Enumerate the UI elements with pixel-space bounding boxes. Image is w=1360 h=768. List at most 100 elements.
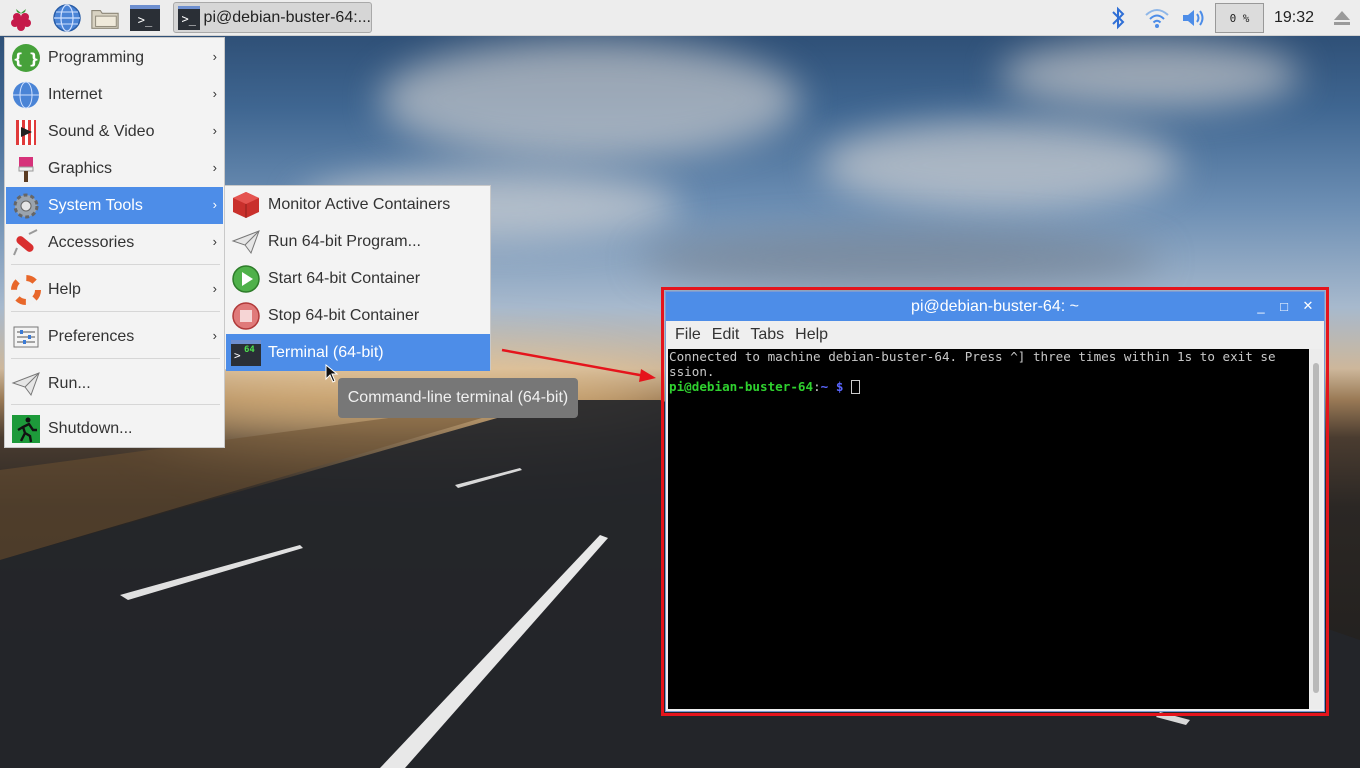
lifebuoy-icon	[10, 274, 42, 306]
programming-icon: { }	[10, 42, 42, 74]
terminal-prompt-line: pi@debian-buster-64:~ $	[669, 379, 860, 394]
menu-item-programming[interactable]: { } Programming ›	[6, 39, 223, 76]
chevron-right-icon: ›	[212, 234, 217, 249]
menu-item-label: System Tools	[48, 196, 143, 214]
window-titlebar[interactable]: pi@debian-buster-64: ~	[666, 292, 1324, 321]
svg-text:{ }: { }	[13, 50, 40, 68]
prompt-user: pi@debian-buster-64	[669, 379, 814, 394]
menu-item-graphics[interactable]: Graphics ›	[6, 150, 223, 187]
chevron-right-icon: ›	[212, 328, 217, 343]
preferences-icon	[10, 321, 42, 353]
prompt-symbol: $	[828, 379, 851, 394]
submenu-item-terminal-64bit[interactable]: > 64 Terminal (64-bit)	[226, 334, 490, 371]
taskbar-window-label: pi@debian-buster-64:...	[203, 8, 371, 26]
window-title: pi@debian-buster-64: ~	[911, 297, 1079, 315]
play-icon	[230, 263, 262, 295]
globe-icon	[53, 4, 81, 32]
terminal-64-badge: 64	[244, 344, 255, 355]
terminal-output[interactable]: Connected to machine debian-buster-64. P…	[668, 349, 1309, 709]
terminal-icon: >_	[178, 5, 200, 30]
menu-item-label: Accessories	[48, 233, 135, 251]
menu-item-label: Sound & Video	[48, 122, 155, 140]
menu-item-run[interactable]: Run...	[6, 365, 223, 402]
web-browser-launcher[interactable]	[52, 3, 82, 33]
knife-icon	[10, 227, 42, 259]
menu-item-label: Shutdown...	[48, 419, 133, 437]
minimize-button[interactable]: _	[1252, 297, 1270, 315]
menu-item-label: Graphics	[48, 159, 113, 177]
container-icon	[230, 189, 262, 221]
file-manager-launcher[interactable]	[90, 3, 120, 33]
terminal-64-icon: > 64	[230, 337, 262, 369]
application-menu: { } Programming › Internet › Sound & Vid…	[4, 37, 225, 448]
stop-icon	[230, 300, 262, 332]
terminal-line: ssion.	[669, 364, 715, 379]
menu-item-shutdown[interactable]: Shutdown...	[6, 410, 223, 447]
menu-tabs[interactable]: Tabs	[750, 326, 784, 344]
gear-icon	[10, 190, 42, 222]
film-icon	[10, 116, 42, 148]
submenu-item-monitor-containers[interactable]: Monitor Active Containers	[226, 186, 490, 223]
menu-item-label: Run...	[48, 374, 91, 392]
scrollbar-thumb[interactable]	[1313, 363, 1319, 693]
terminal-menubar: File Edit Tabs Help	[666, 321, 1324, 348]
menu-file[interactable]: File	[675, 326, 701, 344]
submenu-item-label: Run 64-bit Program...	[268, 232, 421, 250]
terminal-icon: >_	[130, 5, 160, 31]
submenu-item-start-container[interactable]: Start 64-bit Container	[226, 260, 490, 297]
eject-icon[interactable]	[1331, 5, 1353, 31]
chevron-right-icon: ›	[212, 197, 217, 212]
submenu-item-label: Start 64-bit Container	[268, 269, 421, 287]
bluetooth-icon[interactable]	[1108, 5, 1128, 31]
submenu-item-stop-container[interactable]: Stop 64-bit Container	[226, 297, 490, 334]
raspberry-menu-button[interactable]	[6, 3, 36, 33]
clock[interactable]: 19:32	[1274, 9, 1314, 27]
menu-help[interactable]: Help	[795, 326, 828, 344]
tooltip: Command-line terminal (64-bit)	[338, 378, 578, 418]
menu-item-label: Help	[48, 280, 81, 298]
menu-separator	[11, 358, 220, 359]
submenu-item-label: Monitor Active Containers	[268, 195, 451, 213]
cpu-monitor[interactable]: 0 %	[1215, 3, 1264, 33]
menu-item-preferences[interactable]: Preferences ›	[6, 318, 223, 355]
close-button[interactable]: ✕	[1299, 297, 1317, 315]
chevron-right-icon: ›	[212, 123, 217, 138]
paper-plane-icon	[10, 368, 42, 400]
exit-icon	[10, 413, 42, 445]
taskbar-window-button[interactable]: >_ pi@debian-buster-64:...	[173, 2, 372, 33]
chevron-right-icon: ›	[212, 160, 217, 175]
text-cursor	[851, 380, 860, 394]
globe-icon	[10, 79, 42, 111]
system-tools-submenu: Monitor Active Containers Run 64-bit Pro…	[224, 185, 491, 371]
menu-separator	[11, 311, 220, 312]
folder-icon	[91, 9, 119, 29]
menu-separator	[11, 404, 220, 405]
chevron-right-icon: ›	[212, 281, 217, 296]
raspberry-icon	[11, 9, 31, 31]
menu-separator	[11, 264, 220, 265]
terminal-window: pi@debian-buster-64: ~ _ □ ✕ File Edit T…	[665, 291, 1325, 712]
paintbrush-icon	[10, 153, 42, 185]
menu-item-label: Programming	[48, 48, 145, 66]
wifi-icon[interactable]	[1143, 5, 1171, 31]
top-panel: >_ >_ pi@debian-buster-64:... 0 % 19:32	[0, 0, 1360, 36]
menu-item-accessories[interactable]: Accessories ›	[6, 224, 223, 261]
menu-item-internet[interactable]: Internet ›	[6, 76, 223, 113]
menu-item-help[interactable]: Help ›	[6, 271, 223, 308]
paper-plane-icon	[230, 226, 262, 258]
mouse-pointer-icon	[325, 364, 339, 383]
menu-edit[interactable]: Edit	[712, 326, 740, 344]
submenu-item-label: Stop 64-bit Container	[268, 306, 420, 324]
prompt-separator: :	[813, 379, 821, 394]
volume-icon[interactable]	[1180, 5, 1208, 31]
menu-item-label: Internet	[48, 85, 103, 103]
menu-item-sound-video[interactable]: Sound & Video ›	[6, 113, 223, 150]
terminal-launcher[interactable]: >_	[129, 3, 161, 33]
menu-item-system-tools[interactable]: System Tools ›	[6, 187, 223, 224]
scrollbar[interactable]	[1310, 349, 1322, 709]
submenu-item-label: Terminal (64-bit)	[268, 343, 384, 361]
menu-item-label: Preferences	[48, 327, 135, 345]
maximize-button[interactable]: □	[1275, 297, 1293, 315]
chevron-right-icon: ›	[212, 86, 217, 101]
submenu-item-run-64bit[interactable]: Run 64-bit Program...	[226, 223, 490, 260]
